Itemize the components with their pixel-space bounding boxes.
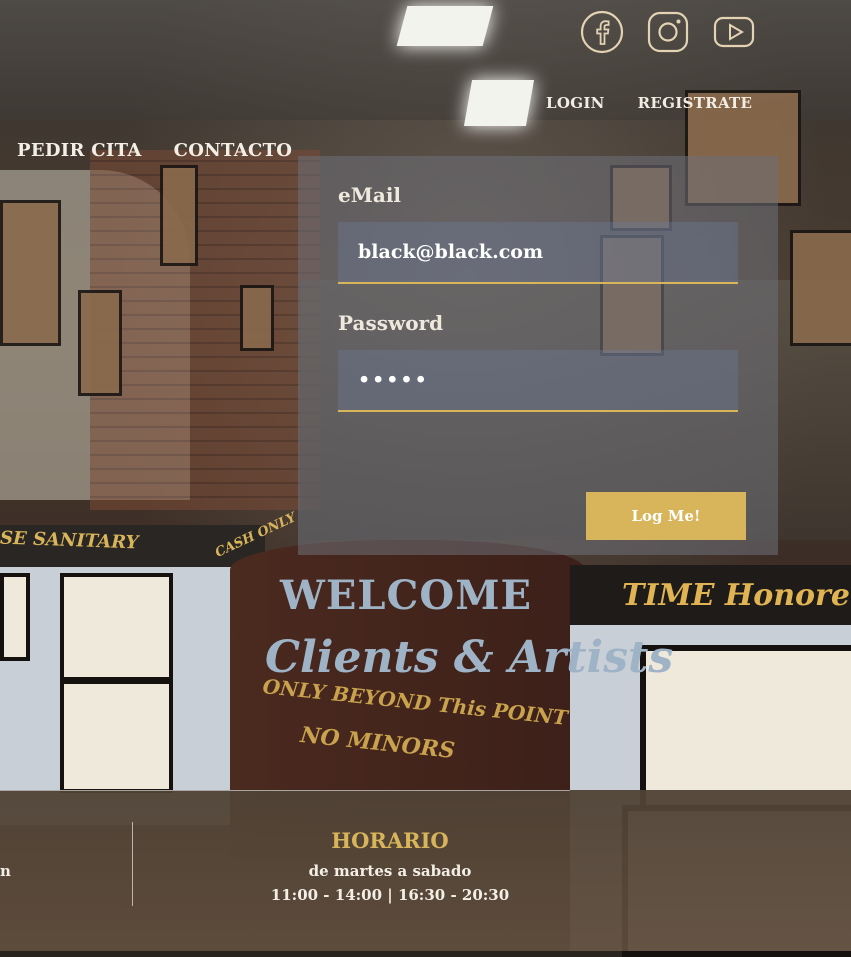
schedule-title: HORARIO <box>331 828 449 853</box>
wall-frame <box>160 165 198 266</box>
login-link[interactable]: LOGIN <box>546 94 605 112</box>
nav-item-book[interactable]: PEDIR CITA <box>17 140 142 161</box>
instagram-icon[interactable] <box>646 10 690 54</box>
flash-frame <box>0 573 30 661</box>
facebook-icon[interactable] <box>580 10 624 54</box>
ceiling-light <box>396 6 494 46</box>
login-submit-button[interactable]: Log Me! <box>586 492 746 540</box>
password-label: Password <box>338 311 444 335</box>
ceiling-light <box>463 80 535 126</box>
front-counter-left <box>0 525 265 825</box>
wall-frame <box>0 200 61 346</box>
login-panel: eMail black@black.com Password ••••• Log… <box>298 156 778 555</box>
footer-divider <box>0 790 570 791</box>
wall-frame <box>78 290 122 396</box>
schedule-days: de martes a sabado <box>308 862 472 880</box>
wall-frame <box>790 230 851 346</box>
youtube-icon[interactable] <box>712 10 756 54</box>
sign-welcome: WELCOME <box>280 572 532 619</box>
email-field[interactable]: black@black.com <box>338 222 738 284</box>
wall-frame <box>240 285 274 351</box>
flash-frame <box>60 680 173 793</box>
sign-clients: Clients & Artists <box>265 632 674 683</box>
register-link[interactable]: REGISTRATE <box>638 94 753 112</box>
account-nav: LOGIN REGISTRATE <box>546 94 752 112</box>
footer-column-divider <box>132 822 133 906</box>
flash-frame <box>60 573 173 681</box>
brick-wall <box>90 150 320 510</box>
footer-left-text: n <box>0 862 11 880</box>
nav-item-contact[interactable]: CONTACTO <box>174 140 293 161</box>
email-label: eMail <box>338 183 402 207</box>
password-field[interactable]: ••••• <box>338 350 738 412</box>
schedule-hours: 11:00 - 14:00 | 16:30 - 20:30 <box>270 886 510 904</box>
main-nav: PEDIR CITA CONTACTO <box>17 140 292 161</box>
social-links <box>580 10 756 54</box>
sign-time: TIME Honore <box>622 578 850 613</box>
